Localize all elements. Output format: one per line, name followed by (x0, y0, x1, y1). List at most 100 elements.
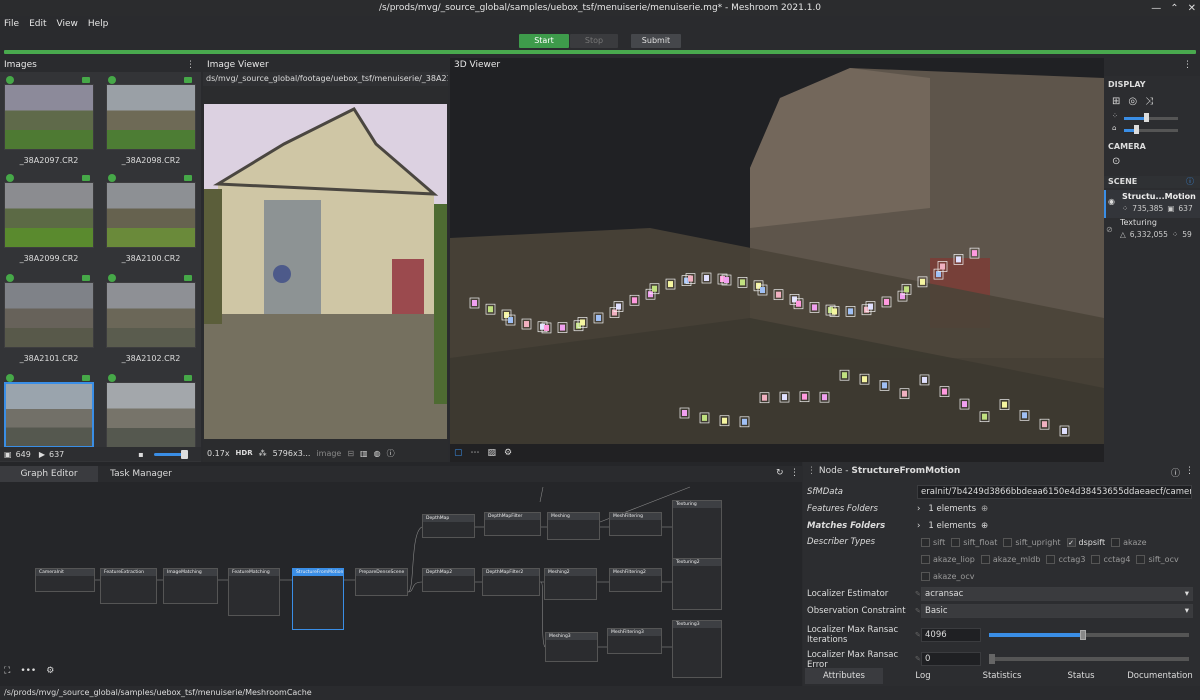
image-thumbnail[interactable]: _38A2098.CR2 (106, 76, 196, 170)
scene-item-texturing[interactable]: ⊘ Texturing △ 6,332,055 ⁘ 59 (1104, 218, 1200, 244)
image-thumbnail[interactable]: _38A2101.CR2 (4, 274, 94, 368)
describer-checkbox[interactable]: sift_upright (1003, 535, 1061, 549)
describer-checkbox[interactable]: ✓ dspsift (1066, 535, 1105, 549)
viewer-3d-menu-icon[interactable]: ⋮ (1183, 60, 1192, 70)
sfmdata-field[interactable]: eraInit/7b4249d3866bbdeaa6150e4d38453655… (917, 485, 1192, 499)
observation-constraint-select[interactable]: Basic ▾ (921, 604, 1193, 618)
tab-log[interactable]: Log (884, 668, 962, 684)
image-thumbnail[interactable]: _38A2097.CR2 (4, 76, 94, 170)
graph-node[interactable]: DepthMap (422, 514, 475, 538)
expand-chevron-icon[interactable]: › (917, 521, 920, 531)
scene-item-sfm[interactable]: ◉ Structu...Motion ⁘ 735,385 ▣ 637 (1104, 190, 1200, 218)
describer-checkbox[interactable]: akaze_ocv (921, 569, 974, 583)
scene-info-icon[interactable]: ⓘ (1186, 176, 1194, 187)
info-icon[interactable]: ⓘ (387, 448, 395, 459)
histogram-icon[interactable]: ▥ (360, 449, 368, 458)
camera-toggle-icon[interactable]: ▨ (488, 448, 497, 458)
point-size-slider[interactable]: ⁘ (1112, 112, 1192, 122)
image-thumbnail[interactable]: _38A2099.CR2 (4, 174, 94, 268)
graph-menu-icon[interactable]: ⋮ (790, 468, 799, 478)
viewer-3d-panel[interactable]: 3D Viewer ▢ ⋯ ▨ ⚙ (450, 58, 1104, 462)
gizmo-icon[interactable]: ⤨ (1145, 96, 1153, 107)
channel-select[interactable]: image (316, 449, 341, 458)
describer-checkbox[interactable]: cctag3 (1046, 552, 1085, 566)
attr-observation-constraint: Observation Constraint ✎ Basic ▾ (807, 603, 1195, 619)
graph-node[interactable]: MeshFiltering3 (607, 628, 662, 654)
target-icon[interactable]: ◎ (1128, 96, 1137, 107)
point-cloud-canvas[interactable] (450, 58, 1104, 462)
start-button[interactable]: Start (519, 34, 569, 48)
expand-chevron-icon[interactable]: › (917, 504, 920, 514)
fit-view-icon[interactable]: ⛶ (4, 666, 10, 676)
stop-button[interactable]: Stop (570, 34, 618, 48)
node-menu-icon[interactable]: ⋮ (1185, 466, 1194, 476)
add-icon[interactable]: ⊕ (981, 521, 988, 531)
graph-node[interactable]: FeatureExtraction (100, 568, 157, 604)
compare-icon[interactable]: ⊟ (347, 449, 354, 458)
graph-node[interactable]: PrepareDenseScene (355, 568, 408, 596)
describer-checkbox[interactable]: cctag4 (1091, 552, 1130, 566)
menu-view[interactable]: View (57, 19, 78, 29)
max-ransac-error-field[interactable]: 0 (921, 652, 981, 666)
graph-node[interactable]: MeshFiltering2 (609, 568, 662, 592)
describer-checkbox[interactable]: sift (921, 535, 945, 549)
camera-scale-slider[interactable]: ⌂ (1112, 124, 1192, 134)
globe-icon[interactable]: ◍ (374, 449, 381, 458)
settings-icon[interactable]: ⚙ (504, 448, 512, 458)
graph-node[interactable]: FeatureMatching (228, 568, 280, 616)
describer-checkbox[interactable]: sift_ocv (1136, 552, 1179, 566)
submit-button[interactable]: Submit (631, 34, 681, 48)
graph-node[interactable]: ImageMatching (163, 568, 218, 604)
max-ransac-error-slider[interactable] (989, 654, 1189, 664)
tab-statistics[interactable]: Statistics (963, 668, 1041, 684)
tab-status[interactable]: Status (1042, 668, 1120, 684)
graph-node[interactable]: StructureFromMotion (292, 568, 344, 630)
refresh-icon[interactable]: ↻ (776, 468, 784, 478)
more-icon[interactable]: ••• (20, 666, 36, 676)
graph-node[interactable]: Meshing2 (544, 568, 597, 600)
graph-node[interactable]: Meshing3 (545, 632, 598, 662)
grid-display-icon[interactable]: ⊞ (1112, 96, 1120, 107)
image-viewer-header: Image Viewer (203, 58, 448, 72)
graph-node[interactable]: CameraInit (35, 568, 95, 592)
describer-checkbox[interactable]: akaze (1111, 535, 1147, 549)
close-icon[interactable]: ✕ (1188, 3, 1196, 14)
maximize-icon[interactable]: ⌃ (1170, 3, 1178, 14)
tab-documentation[interactable]: Documentation (1121, 668, 1199, 684)
tab-attributes[interactable]: Attributes (805, 668, 883, 684)
visibility-eye-icon[interactable]: ◉ (1108, 197, 1115, 206)
graph-node[interactable]: Texturing3 (672, 620, 722, 678)
graph-node[interactable]: DepthMapFilter2 (482, 568, 540, 596)
menu-help[interactable]: Help (88, 19, 109, 29)
graph-node[interactable]: DepthMap2 (422, 568, 475, 592)
graph-node[interactable]: Texturing2 (672, 558, 722, 610)
select-mode-icon[interactable]: ▢ (454, 448, 463, 458)
thumbnail-size-slider[interactable] (153, 449, 188, 459)
graph-settings-icon[interactable]: ⚙ (46, 666, 54, 676)
hdr-toggle[interactable]: HDR (236, 449, 253, 457)
describer-checkbox[interactable]: akaze_mldb (980, 552, 1040, 566)
camera-icon[interactable]: ⊙ (1112, 156, 1120, 167)
minimize-icon[interactable]: — (1151, 3, 1161, 14)
localizer-estimator-select[interactable]: acransac ▾ (921, 587, 1193, 601)
menu-edit[interactable]: Edit (29, 19, 46, 29)
graph-node[interactable]: Texturing (672, 500, 722, 560)
node-info-icon[interactable]: ⓘ (1171, 466, 1180, 479)
describer-checkbox[interactable]: sift_float (951, 535, 997, 549)
graph-node[interactable]: Meshing (547, 512, 600, 540)
tab-graph-editor[interactable]: Graph Editor (0, 466, 98, 482)
graph-node[interactable]: MeshFiltering (609, 512, 662, 536)
grid-icon[interactable]: ⋯ (471, 448, 480, 458)
image-thumbnail[interactable]: _38A2100.CR2 (106, 174, 196, 268)
add-icon[interactable]: ⊕ (981, 504, 988, 514)
describer-checkbox[interactable]: akaze_liop (921, 552, 975, 566)
max-ransac-iterations-slider[interactable] (989, 630, 1189, 640)
image-thumbnail[interactable]: _38A2102.CR2 (106, 274, 196, 368)
graph-node[interactable]: DepthMapFilter (484, 512, 541, 536)
visibility-hidden-icon[interactable]: ⊘ (1106, 225, 1113, 234)
main-image[interactable] (204, 104, 447, 439)
images-menu-icon[interactable]: ⋮ (186, 58, 195, 72)
menu-file[interactable]: File (4, 19, 19, 29)
tab-task-manager[interactable]: Task Manager (98, 466, 184, 482)
max-ransac-iterations-field[interactable]: 4096 (921, 628, 981, 642)
